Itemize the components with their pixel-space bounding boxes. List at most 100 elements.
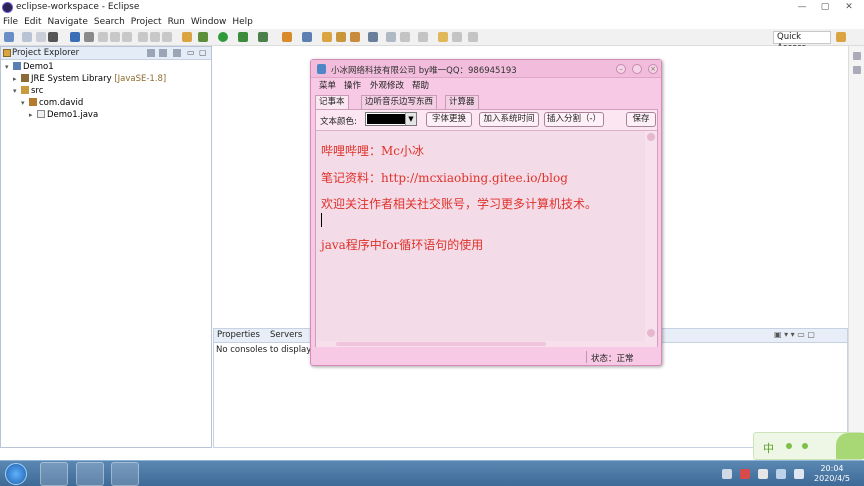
- tray-network-icon[interactable]: [776, 469, 786, 479]
- outline-icon[interactable]: [853, 66, 861, 74]
- next-annotation-icon[interactable]: [400, 32, 410, 42]
- ime-language-label[interactable]: 中: [763, 440, 774, 456]
- run-icon[interactable]: [218, 32, 228, 42]
- scroll-thumb[interactable]: [336, 342, 546, 346]
- view-menu-icon[interactable]: [173, 49, 181, 57]
- change-font-button[interactable]: 字体更换: [426, 112, 472, 127]
- tab-calculator[interactable]: 计算器: [445, 95, 479, 109]
- minimize-view-icon[interactable]: ▭: [187, 48, 195, 57]
- close-button[interactable]: ✕: [842, 2, 856, 12]
- text-color-select[interactable]: ▼: [365, 112, 417, 126]
- menu-help[interactable]: Help: [229, 15, 256, 29]
- tree-item-jre[interactable]: ▸ JRE System Library [JavaSE-1.8]: [13, 73, 166, 85]
- tree-item-file[interactable]: ▸ Demo1.java: [29, 109, 98, 121]
- new-java-project-icon[interactable]: [282, 32, 292, 42]
- java-app-taskbar-icon[interactable]: [76, 462, 104, 486]
- save-icon[interactable]: [22, 32, 32, 42]
- project-explorer-tab[interactable]: Project Explorer ▭ ▢: [1, 47, 211, 60]
- new-icon[interactable]: [4, 32, 14, 42]
- package-icon: [29, 98, 37, 106]
- text-editor-area[interactable]: 哔哩哔哩：Mc小冰 笔记资料：http://mcxiaobing.gitee.i…: [316, 130, 657, 342]
- back-icon[interactable]: [452, 32, 462, 42]
- start-button[interactable]: [5, 463, 27, 485]
- tray-flag-icon[interactable]: [758, 469, 768, 479]
- vertical-scrollbar[interactable]: [645, 131, 657, 342]
- menu-search[interactable]: Search: [91, 15, 128, 29]
- annotation-icon[interactable]: [386, 32, 396, 42]
- app-menu-appearance[interactable]: 外观修改: [370, 79, 404, 91]
- tab-properties[interactable]: Properties: [217, 330, 260, 340]
- system-clock[interactable]: 20:04 2020/4/5: [812, 464, 852, 484]
- tray-volume-icon[interactable]: [794, 469, 804, 479]
- scroll-down-icon[interactable]: [647, 329, 655, 337]
- forward-icon[interactable]: [468, 32, 478, 42]
- collapse-all-icon[interactable]: [147, 49, 155, 57]
- external-tools-icon[interactable]: [258, 32, 268, 42]
- console-view-menu-icon[interactable]: ▣ ▾ ▾ ▭ ▢: [774, 330, 815, 339]
- maximize-button[interactable]: ▢: [818, 2, 832, 12]
- minimize-button[interactable]: —: [795, 2, 809, 12]
- app-menu-help[interactable]: 帮助: [412, 79, 429, 91]
- quick-access-field[interactable]: Quick Access: [773, 31, 831, 53]
- open-type-icon[interactable]: [322, 32, 332, 42]
- debug-icon[interactable]: [198, 32, 208, 42]
- open-task-icon[interactable]: [336, 32, 346, 42]
- add-time-button[interactable]: 加入系统时间: [479, 112, 539, 127]
- step-over-icon[interactable]: [150, 32, 160, 42]
- ime-toolbar[interactable]: 中: [753, 432, 864, 460]
- last-edit-icon[interactable]: [438, 32, 448, 42]
- globe-icon[interactable]: [368, 32, 378, 42]
- eclipse-taskbar-icon[interactable]: [111, 462, 139, 486]
- menu-window[interactable]: Window: [188, 15, 230, 29]
- explorer-taskbar-icon[interactable]: [40, 462, 68, 486]
- menu-file[interactable]: File: [0, 15, 21, 29]
- tree-item-src[interactable]: ▾ src: [13, 85, 43, 97]
- ime-settings-icon[interactable]: [802, 443, 808, 449]
- maximize-view-icon[interactable]: ▢: [199, 48, 207, 57]
- jre-version: [JavaSE-1.8]: [114, 74, 167, 84]
- horizontal-scrollbar[interactable]: [316, 341, 657, 347]
- resume-icon[interactable]: [98, 32, 108, 42]
- tree-item-package[interactable]: ▾ com.david: [21, 97, 83, 109]
- tray-expand-icon[interactable]: [722, 469, 732, 479]
- clock-time: 20:04: [820, 464, 844, 473]
- insert-split-button[interactable]: 插入分割（-）: [544, 112, 604, 127]
- text-line: java程序中for循环语句的使用: [321, 238, 484, 252]
- tab-music[interactable]: 边听音乐边写东西: [361, 95, 438, 109]
- search-icon[interactable]: [350, 32, 360, 42]
- new-package-icon[interactable]: [302, 32, 312, 42]
- app-maximize-button[interactable]: [632, 64, 642, 74]
- tray-security-icon[interactable]: [740, 469, 750, 479]
- skip-icon[interactable]: [84, 32, 94, 42]
- step-into-icon[interactable]: [138, 32, 148, 42]
- java-perspective-icon[interactable]: [836, 32, 846, 42]
- coverage-icon[interactable]: [238, 32, 248, 42]
- tree-item-project[interactable]: ▾ Demo1: [5, 61, 54, 73]
- tab-servers[interactable]: Servers: [270, 330, 302, 340]
- menu-run[interactable]: Run: [165, 15, 188, 29]
- menu-project[interactable]: Project: [128, 15, 165, 29]
- menu-navigate[interactable]: Navigate: [45, 15, 91, 29]
- tools-icon[interactable]: [182, 32, 192, 42]
- app-menu-operate[interactable]: 操作: [344, 79, 361, 91]
- suspend-icon[interactable]: [110, 32, 120, 42]
- project-icon: [13, 62, 21, 70]
- text-color-label: 文本颜色:: [320, 117, 357, 127]
- app-close-button[interactable]: ×: [648, 64, 658, 74]
- print-icon[interactable]: [48, 32, 58, 42]
- prev-annotation-icon[interactable]: [418, 32, 428, 42]
- restore-icon[interactable]: [853, 52, 861, 60]
- stop-icon[interactable]: [122, 32, 132, 42]
- terminal-icon[interactable]: [70, 32, 80, 42]
- save-button[interactable]: 保存: [626, 112, 656, 127]
- right-trim-bar: [848, 46, 864, 448]
- step-return-icon[interactable]: [162, 32, 172, 42]
- app-minimize-button[interactable]: –: [616, 64, 626, 74]
- app-menu-main[interactable]: 菜单: [319, 79, 336, 91]
- ime-punct-icon[interactable]: [786, 443, 792, 449]
- save-all-icon[interactable]: [36, 32, 46, 42]
- scroll-up-icon[interactable]: [647, 133, 655, 141]
- link-editor-icon[interactable]: [159, 49, 167, 57]
- tab-notepad[interactable]: 记事本: [315, 95, 349, 109]
- menu-edit[interactable]: Edit: [21, 15, 44, 29]
